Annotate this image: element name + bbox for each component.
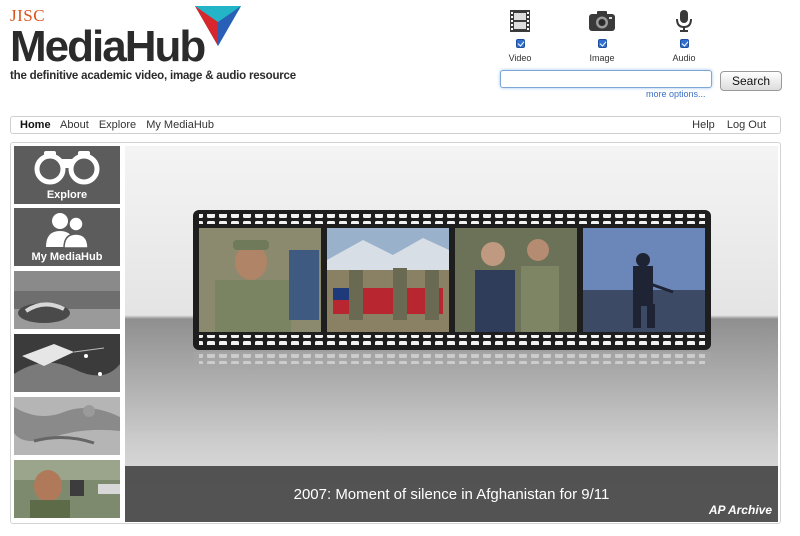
thumbnail-soldier[interactable] (14, 460, 120, 518)
binoculars-icon (14, 149, 120, 185)
media-type-image[interactable]: Image (572, 8, 632, 63)
image-label: Image (589, 53, 615, 63)
thumbnail-map[interactable] (14, 334, 120, 392)
brand-wordmark: MediaHub (10, 22, 206, 71)
main-nav: Home About Explore My MediaHub Help Log … (10, 116, 781, 134)
more-options-link[interactable]: more options... (646, 89, 706, 99)
search-button[interactable]: Search (720, 71, 782, 91)
main-content: Explore My MediaHub 2007: Moment of sile… (10, 142, 781, 524)
nav-about[interactable]: About (60, 119, 89, 131)
my-mediahub-tile[interactable]: My MediaHub (14, 208, 120, 266)
ap-archive-credit: AP Archive (708, 503, 772, 517)
thumbnail-sandal[interactable] (14, 271, 120, 329)
image-checkbox[interactable] (597, 39, 607, 48)
users-icon (14, 211, 120, 249)
tagline: the definitive academic video, image & a… (10, 70, 296, 82)
caption-bar: 2007: Moment of silence in Afghanistan f… (125, 466, 778, 522)
search-input[interactable] (500, 70, 712, 88)
hero-slide[interactable]: 2007: Moment of silence in Afghanistan f… (125, 146, 778, 522)
nav-log-out[interactable]: Log Out (727, 119, 766, 131)
mediahub-logo[interactable]: JISC MediaHub the definitive academic vi… (10, 6, 310, 88)
nav-home[interactable]: Home (20, 119, 51, 131)
thumbnail-aerial[interactable] (14, 397, 120, 455)
nav-explore[interactable]: Explore (99, 119, 136, 131)
explore-tile-label: Explore (46, 189, 88, 201)
filmstrip-image (193, 210, 711, 370)
nav-my-mediahub[interactable]: My MediaHub (146, 119, 214, 131)
audio-checkbox[interactable] (679, 39, 689, 48)
film-icon (490, 8, 550, 34)
explore-tile[interactable]: Explore (14, 146, 120, 204)
video-label: Video (508, 53, 532, 63)
my-mediahub-tile-label: My MediaHub (31, 251, 103, 263)
media-type-audio[interactable]: Audio (654, 8, 714, 63)
nav-help[interactable]: Help (692, 119, 715, 131)
camera-icon (572, 8, 632, 34)
logo-triangle-icon (195, 6, 241, 46)
video-checkbox[interactable] (515, 39, 525, 48)
hero-caption[interactable]: 2007: Moment of silence in Afghanistan f… (125, 486, 778, 503)
audio-label: Audio (672, 53, 696, 63)
microphone-icon (654, 8, 714, 34)
media-type-video[interactable]: Video (490, 8, 550, 63)
media-type-filters: Video Image Audio (490, 8, 730, 68)
